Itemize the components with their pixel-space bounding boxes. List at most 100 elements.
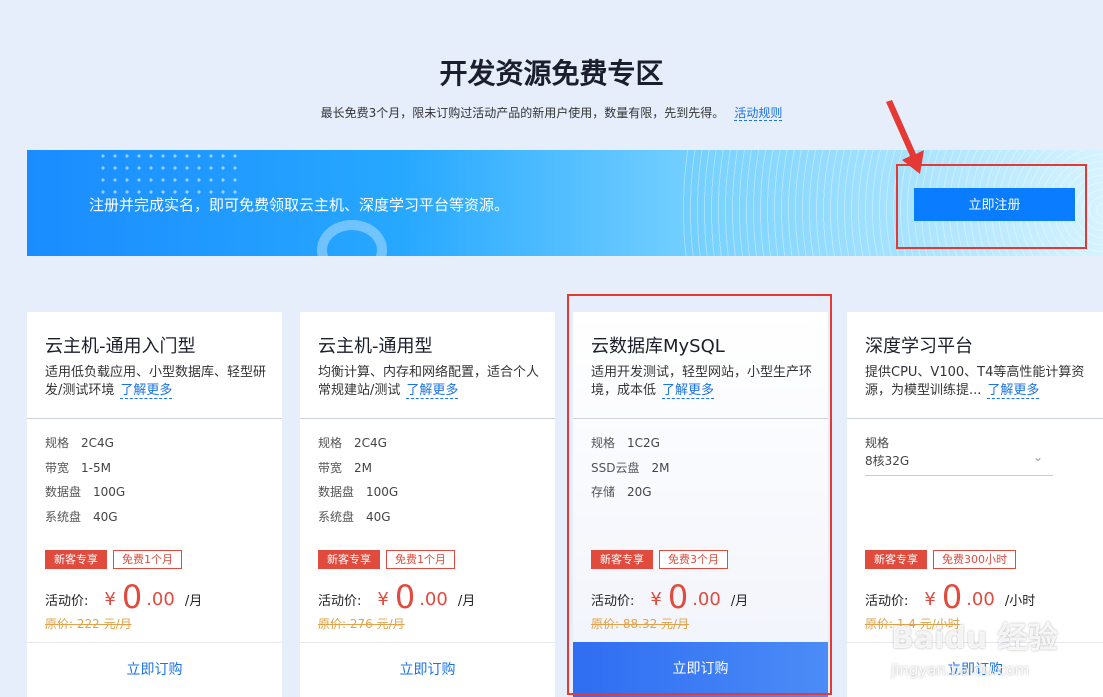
tag-group: 新客专享 免费300小时 xyxy=(865,548,1022,569)
card-title: 云数据库MySQL xyxy=(591,336,725,357)
page-title: 开发资源免费专区 xyxy=(439,57,664,90)
currency-symbol: ¥ xyxy=(650,589,662,610)
price-unit: /月 xyxy=(730,594,749,609)
card-title: 深度学习平台 xyxy=(865,336,973,357)
currency-symbol: ¥ xyxy=(924,589,936,610)
page-subtitle: 最长免费3个月，限未订购过活动产品的新用户使用，数量有限，先到先得。 活动规则 xyxy=(0,104,1103,121)
currency-symbol: ¥ xyxy=(104,589,116,610)
spec-key: 规格 xyxy=(591,436,616,450)
spec-value: 40G xyxy=(366,510,391,524)
spec-row: 存储 20G xyxy=(591,483,652,500)
new-customer-badge: 新客专享 xyxy=(318,550,380,569)
select-value: 8核32G xyxy=(865,454,910,468)
price-label: 活动价: xyxy=(318,594,362,609)
spec-row: 系统盘 40G xyxy=(45,508,118,525)
spec-row: 规格 2C4G xyxy=(45,434,114,451)
spec-value: 100G xyxy=(366,485,399,499)
tag-group: 新客专享 免费1个月 xyxy=(318,548,461,569)
ring-decoration xyxy=(317,220,387,256)
order-button[interactable]: 立即订购 xyxy=(573,642,828,697)
price-unit: /小时 xyxy=(1004,594,1036,609)
card-title: 云主机-通用型 xyxy=(318,336,433,357)
spec-row: 带宽 2M xyxy=(318,459,372,476)
divider xyxy=(573,418,828,419)
price-integer: 0 xyxy=(394,578,416,616)
spec-value: 40G xyxy=(93,510,118,524)
card-description: 均衡计算、内存和网络配置，适合个人常规建站/测试 了解更多 xyxy=(318,364,545,400)
subtitle-text: 最长免费3个月，限未订购过活动产品的新用户使用，数量有限，先到先得。 xyxy=(320,106,725,120)
spec-select[interactable]: 8核32G ⌄ xyxy=(865,450,1053,476)
spec-row: 数据盘 100G xyxy=(45,483,125,500)
card-description: 适用低负载应用、小型数据库、轻型研发/测试环境 了解更多 xyxy=(45,364,272,400)
spec-key: 系统盘 xyxy=(318,510,355,524)
price-decimal: .00 xyxy=(419,589,448,610)
original-price: 原价: 88.32 元/月 xyxy=(591,617,690,631)
learn-more-link[interactable]: 了解更多 xyxy=(662,383,715,399)
learn-more-link[interactable]: 了解更多 xyxy=(987,383,1040,399)
price-decimal: .00 xyxy=(966,589,995,610)
card-desc-text: 提供CPU、V100、T4等高性能计算资源，为模型训练提... xyxy=(865,365,1085,398)
tag-group: 新客专享 免费1个月 xyxy=(45,548,188,569)
divider xyxy=(27,418,282,419)
free-duration-badge: 免费1个月 xyxy=(113,550,182,569)
original-price: 原价: 222 元/月 xyxy=(45,617,132,631)
price-decimal: .00 xyxy=(692,589,721,610)
tag-group: 新客专享 免费3个月 xyxy=(591,548,734,569)
price-integer: 0 xyxy=(121,578,143,616)
spec-label: 规格 xyxy=(865,436,890,450)
free-duration-badge: 免费300小时 xyxy=(933,550,1016,569)
order-button[interactable]: 立即订购 xyxy=(300,642,555,697)
spec-row: 系统盘 40G xyxy=(318,508,391,525)
banner-text: 注册并完成实名，即可免费领取云主机、深度学习平台等资源。 xyxy=(89,196,510,214)
chevron-down-icon: ⌄ xyxy=(1032,450,1043,464)
spec-row: 数据盘 100G xyxy=(318,483,398,500)
free-duration-badge: 免费3个月 xyxy=(659,550,728,569)
spec-row: 规格 2C4G xyxy=(318,434,387,451)
spec-value: 2M xyxy=(651,461,670,475)
spec-key: 带宽 xyxy=(45,461,70,475)
order-button[interactable]: 立即订购 xyxy=(847,642,1103,697)
spec-key: 数据盘 xyxy=(318,485,355,499)
product-card-deep-learning: 深度学习平台 提供CPU、V100、T4等高性能计算资源，为模型训练提... 了解… xyxy=(847,312,1103,697)
free-duration-badge: 免费1个月 xyxy=(386,550,455,569)
price-integer: 0 xyxy=(941,578,963,616)
spec-value: 2C4G xyxy=(354,436,387,450)
original-price: 原价: 276 元/月 xyxy=(318,617,405,631)
price-label: 活动价: xyxy=(591,594,635,609)
spec-value: 2M xyxy=(354,461,373,475)
spec-value: 20G xyxy=(627,485,652,499)
product-card-basic-vm: 云主机-通用入门型 适用低负载应用、小型数据库、轻型研发/测试环境 了解更多 规格… xyxy=(27,312,282,697)
spec-key: 数据盘 xyxy=(45,485,82,499)
spec-value: 1C2G xyxy=(627,436,660,450)
learn-more-link[interactable]: 了解更多 xyxy=(406,383,459,399)
price-label: 活动价: xyxy=(865,594,909,609)
price-row: 活动价: ¥0.00/月 xyxy=(591,578,748,616)
register-button[interactable]: 立即注册 xyxy=(914,188,1075,221)
learn-more-link[interactable]: 了解更多 xyxy=(120,383,173,399)
price-unit: /月 xyxy=(184,594,203,609)
spec-value: 1-5M xyxy=(81,461,111,475)
price-label: 活动价: xyxy=(45,594,89,609)
annotation-arrow-icon xyxy=(886,100,924,174)
divider xyxy=(300,418,555,419)
spec-key: 带宽 xyxy=(318,461,343,475)
spec-row: 规格 1C2G xyxy=(591,434,660,451)
spec-row: SSD云盘 2M xyxy=(591,459,669,476)
card-description: 适用开发测试，轻型网站，小型生产环境，成本低 了解更多 xyxy=(591,364,818,400)
spec-value: 100G xyxy=(93,485,126,499)
divider xyxy=(847,418,1103,419)
spec-key: 规格 xyxy=(45,436,70,450)
order-button[interactable]: 立即订购 xyxy=(27,642,282,697)
price-row: 活动价: ¥0.00/小时 xyxy=(865,578,1035,616)
spec-value: 2C4G xyxy=(81,436,114,450)
product-card-general-vm: 云主机-通用型 均衡计算、内存和网络配置，适合个人常规建站/测试 了解更多 规格 2… xyxy=(300,312,555,697)
price-unit: /月 xyxy=(457,594,476,609)
card-description: 提供CPU、V100、T4等高性能计算资源，为模型训练提... 了解更多 xyxy=(865,364,1093,400)
card-title: 云主机-通用入门型 xyxy=(45,336,196,357)
new-customer-badge: 新客专享 xyxy=(45,550,107,569)
currency-symbol: ¥ xyxy=(377,589,389,610)
rules-link[interactable]: 活动规则 xyxy=(734,106,783,121)
price-row: 活动价: ¥0.00/月 xyxy=(318,578,475,616)
spec-key: SSD云盘 xyxy=(591,461,640,475)
new-customer-badge: 新客专享 xyxy=(591,550,653,569)
